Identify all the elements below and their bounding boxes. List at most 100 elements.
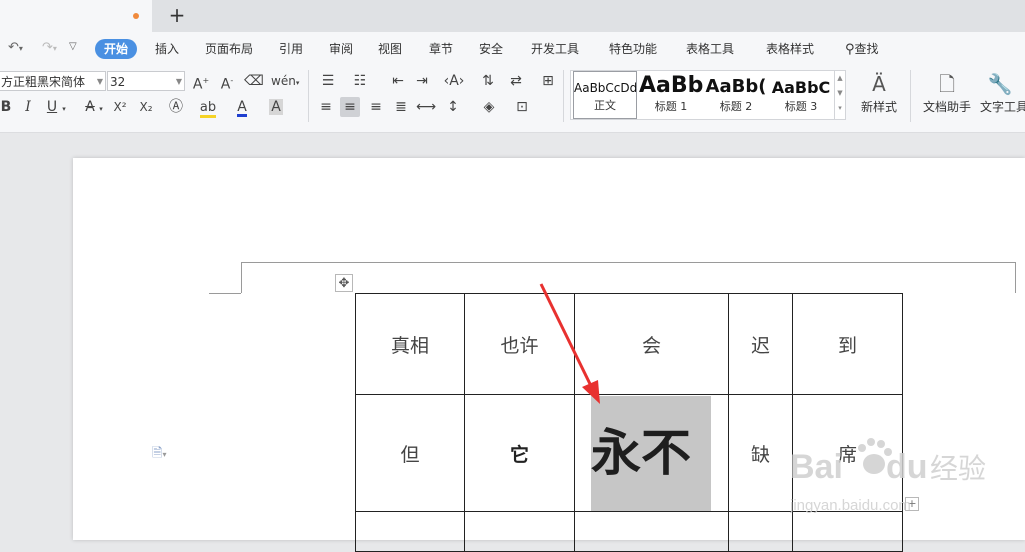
- table-grid-icon[interactable]: ⊞: [538, 71, 558, 91]
- style-normal-sample: AaBbCcDd: [574, 81, 636, 95]
- new-tab-button[interactable]: +: [166, 3, 188, 27]
- style-normal[interactable]: AaBbCcDd 正文: [573, 71, 637, 119]
- font-size-select[interactable]: 32 ▼: [107, 71, 185, 91]
- chevron-down-icon: ▼: [96, 77, 103, 86]
- show-marks-icon[interactable]: ⇄: [506, 71, 526, 91]
- text-tools-label: 文字工具: [980, 100, 1025, 114]
- unsaved-indicator: [133, 13, 139, 19]
- font-color-icon[interactable]: A: [232, 97, 252, 117]
- table-cell[interactable]: 会: [574, 293, 729, 395]
- menu-tab-insert[interactable]: 插入: [155, 39, 179, 59]
- search-label: 查找: [854, 42, 879, 56]
- table-cell[interactable]: [728, 511, 793, 552]
- style-heading-1[interactable]: AaBb 标题 1: [639, 71, 703, 119]
- style-heading-3-name: 标题 3: [784, 100, 818, 113]
- line-spacing-icon[interactable]: ↕: [443, 97, 463, 117]
- subscript-icon[interactable]: X₂: [136, 97, 156, 117]
- style-normal-name: 正文: [594, 99, 616, 112]
- justify-icon[interactable]: ≣: [391, 97, 411, 117]
- italic-icon[interactable]: I: [18, 97, 38, 117]
- sort-icon[interactable]: ⇅: [478, 71, 498, 91]
- table-cell[interactable]: 但: [355, 394, 465, 512]
- menu-tab-review[interactable]: 审阅: [329, 39, 353, 59]
- bold-icon[interactable]: B: [0, 97, 16, 117]
- table-cell[interactable]: 它: [464, 394, 575, 512]
- table-cell[interactable]: [792, 511, 903, 552]
- table-cell[interactable]: [574, 511, 729, 552]
- menu-tab-developer[interactable]: 开发工具: [531, 39, 579, 59]
- separator: [563, 70, 564, 122]
- search-button[interactable]: ⚲查找: [845, 39, 879, 59]
- menu-tab-security[interactable]: 安全: [479, 39, 503, 59]
- table-cell[interactable]: 席: [792, 394, 903, 512]
- search-icon: ⚲: [845, 42, 855, 57]
- align-right-icon[interactable]: ≡: [366, 97, 386, 117]
- table-add-handle[interactable]: +: [905, 497, 919, 511]
- bullet-list-icon[interactable]: ☰: [318, 71, 338, 91]
- char-scale-icon[interactable]: ‹A›: [440, 71, 468, 91]
- style-heading-3[interactable]: AaBbC 标题 3: [769, 71, 833, 119]
- selected-text[interactable]: 永不: [591, 395, 711, 511]
- decrease-indent-icon[interactable]: ⇤: [388, 71, 408, 91]
- table-cell[interactable]: 迟: [728, 293, 793, 395]
- table-cell[interactable]: 真相: [355, 293, 465, 395]
- distribute-icon[interactable]: ⟷: [416, 97, 436, 117]
- table-row: 真相 也许 会 迟 到: [355, 293, 903, 395]
- superscript-icon[interactable]: X²: [110, 97, 130, 117]
- highlight-icon[interactable]: ab: [198, 97, 218, 118]
- table-cell[interactable]: 到: [792, 293, 903, 395]
- chevron-down-icon[interactable]: ▾: [59, 97, 69, 117]
- style-heading-1-sample: AaBb: [639, 73, 703, 98]
- font-family-value: 方正粗黑宋简体: [1, 75, 86, 89]
- align-left-icon[interactable]: ≡: [316, 97, 336, 117]
- styles-scroll[interactable]: ▲ ▼ ▾: [834, 71, 845, 119]
- new-style-button[interactable]: Ä 新样式: [853, 70, 905, 115]
- font-size-value: 32: [110, 75, 126, 89]
- undo-icon[interactable]: ↶▾: [8, 40, 23, 55]
- borders-icon[interactable]: ⊡: [512, 97, 532, 117]
- table-cell[interactable]: [355, 511, 465, 552]
- numbered-list-icon[interactable]: ☷: [350, 71, 370, 91]
- table-cell-selected[interactable]: 永不: [574, 394, 729, 512]
- menu-tab-home[interactable]: 开始: [95, 39, 138, 59]
- separator: [308, 70, 309, 122]
- table-cell[interactable]: 也许: [464, 293, 575, 395]
- menu-tab-features[interactable]: 特色功能: [609, 39, 657, 59]
- style-heading-2[interactable]: AaBb( 标题 2: [704, 71, 768, 119]
- styles-gallery: AaBbCcDd 正文 AaBb 标题 1 AaBb( 标题 2 AaBbC 标…: [570, 70, 846, 120]
- grow-font-icon[interactable]: A+: [191, 71, 211, 93]
- table-row: 但 它 永不 缺 席: [355, 394, 903, 512]
- clear-format-icon[interactable]: ⌫: [244, 71, 264, 91]
- menu-tab-chapter[interactable]: 章节: [429, 39, 453, 59]
- new-style-icon: Ä: [872, 72, 886, 96]
- paragraph-layout-icon[interactable]: 🗎▾: [152, 444, 166, 466]
- phonetic-guide-icon[interactable]: wén▾: [271, 71, 299, 91]
- menu-tab-references[interactable]: 引用: [279, 39, 303, 59]
- document-tab[interactable]: [0, 0, 152, 32]
- doc-assistant-button[interactable]: 🗋 文档助手: [920, 70, 974, 115]
- menu-tab-table-style[interactable]: 表格样式: [766, 39, 814, 59]
- customize-icon[interactable]: ▽: [69, 41, 77, 52]
- corner-mark: [209, 293, 241, 294]
- menu-tab-page-layout[interactable]: 页面布局: [205, 39, 253, 59]
- shrink-font-icon[interactable]: A-: [217, 71, 237, 93]
- table-cell[interactable]: [464, 511, 575, 552]
- menu-tab-view[interactable]: 视图: [378, 39, 402, 59]
- text-effect-icon[interactable]: Ⓐ: [166, 97, 186, 117]
- header-boundary: [241, 262, 1016, 263]
- table-move-handle[interactable]: ✥: [335, 274, 353, 292]
- text-tools-button[interactable]: 🔧 文字工具: [980, 70, 1025, 115]
- chevron-down-icon[interactable]: ▾: [96, 97, 106, 117]
- character-shading-icon[interactable]: A: [266, 97, 286, 117]
- font-family-select[interactable]: 方正粗黑宋简体 ▼: [0, 71, 106, 91]
- tab-strip: +: [0, 0, 1025, 32]
- table-cell[interactable]: 缺: [728, 394, 793, 512]
- wrench-icon: 🔧: [987, 72, 1013, 96]
- align-center-icon[interactable]: ≡: [340, 97, 360, 117]
- separator: [910, 70, 911, 122]
- menu-tab-table-tools[interactable]: 表格工具: [686, 39, 734, 59]
- paragraph-shading-icon[interactable]: ◈: [479, 97, 499, 117]
- increase-indent-icon[interactable]: ⇥: [412, 71, 432, 91]
- style-heading-2-name: 标题 2: [719, 100, 753, 113]
- redo-icon[interactable]: ↷▾: [42, 40, 57, 55]
